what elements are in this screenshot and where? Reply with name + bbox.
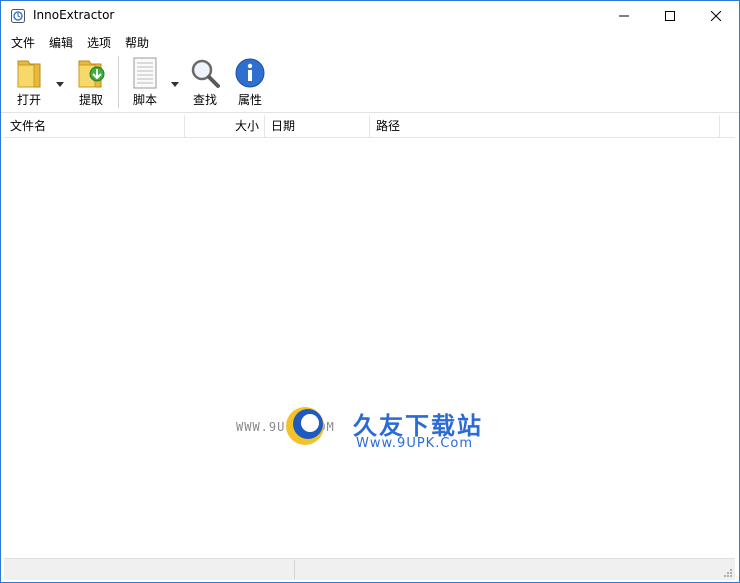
menu-bar: 文件 编辑 选项 帮助: [1, 31, 739, 51]
extract-button[interactable]: 提取: [71, 56, 111, 108]
watermark: WWW.9UPK.COM 久友下载站 Www.9UPK.Com: [236, 402, 516, 462]
column-date-label: 日期: [271, 119, 296, 133]
watermark-url: Www.9UPK.Com: [356, 436, 474, 451]
script-dropdown-arrow[interactable]: [171, 77, 179, 87]
title-bar[interactable]: InnoExtractor: [1, 1, 739, 31]
close-button[interactable]: [693, 1, 739, 31]
maximize-button[interactable]: [647, 1, 693, 31]
column-path-label: 路径: [376, 119, 401, 133]
maximize-icon: [665, 11, 675, 21]
column-filename-label: 文件名: [10, 119, 47, 133]
magnifier-icon: [187, 56, 223, 89]
properties-label: 属性: [237, 93, 262, 107]
open-dropdown-arrow[interactable]: [56, 77, 64, 87]
folder-icon: [11, 56, 47, 89]
minimize-button[interactable]: [601, 1, 647, 31]
menu-edit[interactable]: 编辑: [49, 33, 73, 52]
toolbar-separator: [118, 56, 119, 108]
extract-label: 提取: [78, 93, 103, 107]
minimize-icon: [619, 15, 629, 17]
open-label: 打开: [16, 93, 41, 107]
properties-button[interactable]: 属性: [230, 56, 270, 108]
column-size[interactable]: 大小: [185, 115, 265, 137]
status-pane-right: [294, 560, 724, 579]
column-size-label: 大小: [234, 119, 259, 133]
column-path[interactable]: 路径: [370, 115, 720, 137]
menu-file[interactable]: 文件: [11, 33, 35, 52]
file-list[interactable]: WWW.9UPK.COM 久友下载站 Www.9UPK.Com: [4, 138, 735, 556]
column-filename[interactable]: 文件名: [4, 115, 185, 137]
close-icon: [711, 11, 721, 21]
app-icon[interactable]: [10, 8, 26, 24]
folder-extract-icon: [73, 56, 109, 89]
window-title: InnoExtractor: [33, 8, 115, 22]
find-label: 查找: [192, 93, 217, 107]
file-list-header: 文件名 大小 日期 路径: [4, 115, 735, 138]
script-button[interactable]: 脚本: [125, 56, 165, 108]
menu-help[interactable]: 帮助: [125, 33, 149, 52]
column-date[interactable]: 日期: [265, 115, 370, 137]
status-pane-left: [4, 560, 295, 579]
status-bar: [4, 558, 735, 580]
open-button[interactable]: 打开: [9, 56, 49, 108]
toolbar: 打开 提取 脚本 查找 属性: [1, 52, 739, 113]
script-label: 脚本: [132, 93, 157, 107]
menu-options[interactable]: 选项: [87, 33, 111, 52]
app-window: InnoExtractor 文件 编辑 选项 帮助 打开 提取 脚本 查找 属性…: [0, 0, 740, 583]
watermark-logo-icon: [286, 407, 324, 445]
find-button[interactable]: 查找: [185, 56, 225, 108]
info-icon: [232, 56, 268, 89]
resize-grip-icon[interactable]: [723, 568, 733, 578]
document-icon: [127, 56, 163, 89]
